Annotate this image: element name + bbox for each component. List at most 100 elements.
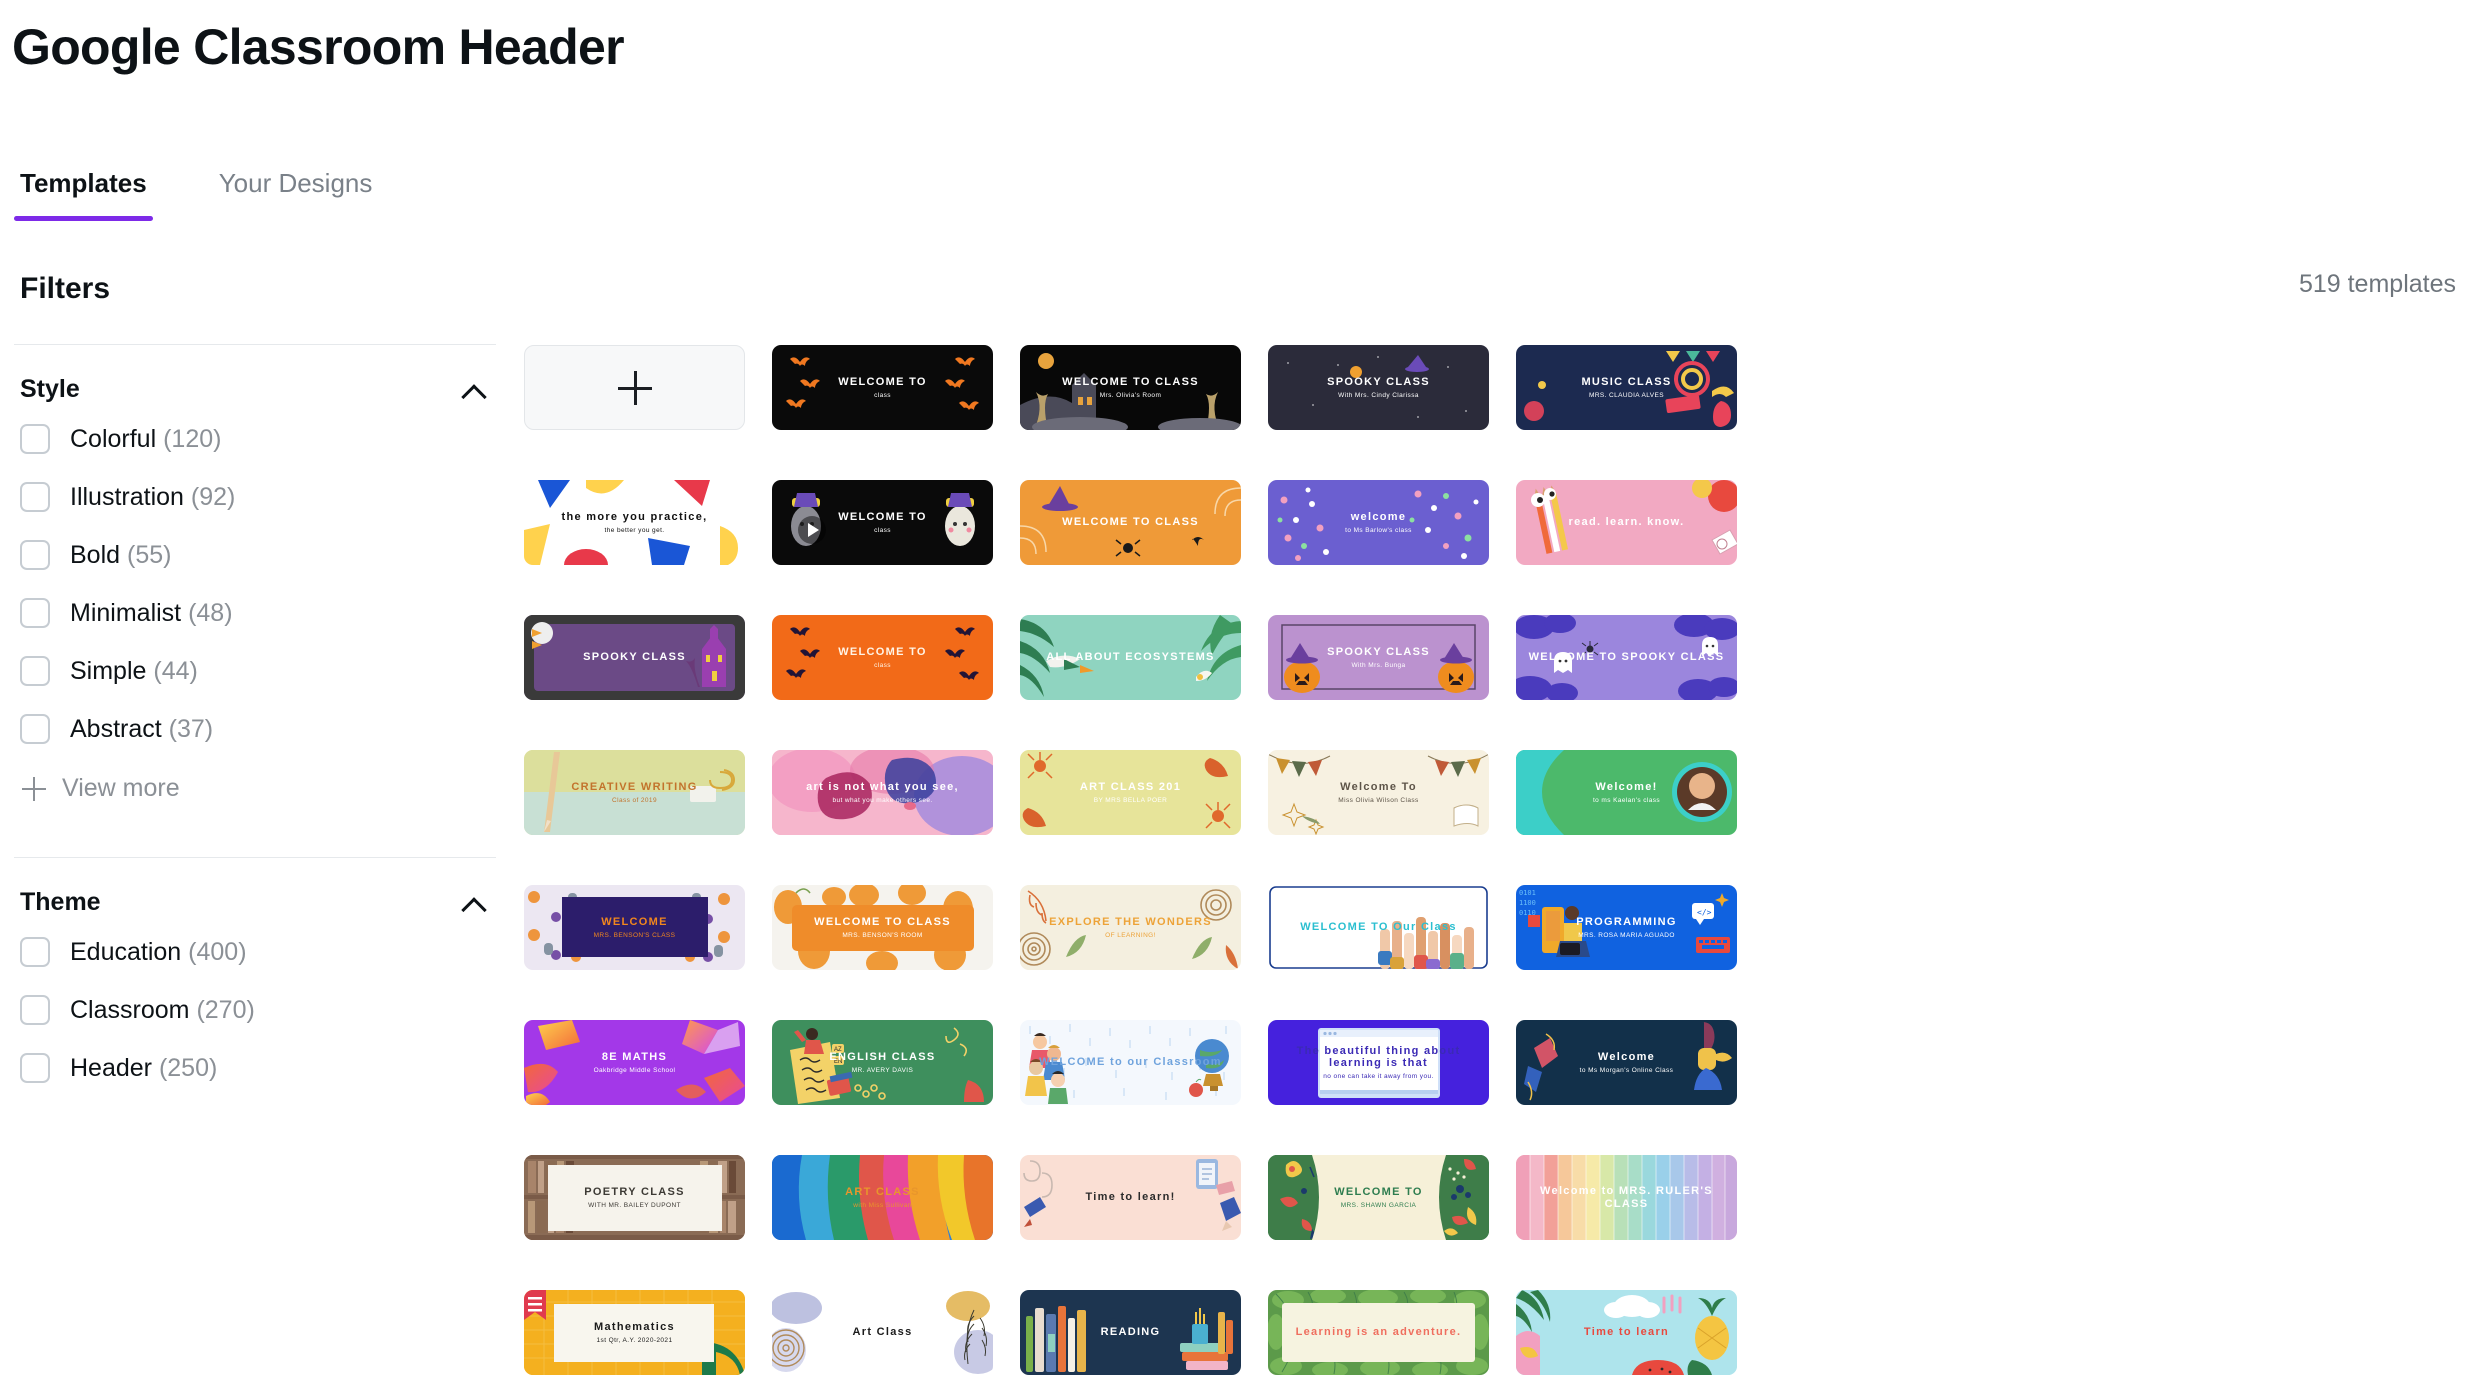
filter-group-style-header[interactable]: Style <box>14 345 496 410</box>
template-thumbnail[interactable]: POETRY CLASS WITH MR. BAILEY DUPONT <box>524 1155 745 1240</box>
template-subtitle: MRS. SHAWN GARCIA <box>1340 1201 1417 1209</box>
filter-option-label: Header (250) <box>70 1053 218 1082</box>
template-thumbnail[interactable]: WELCOME TO class <box>772 345 993 430</box>
filter-group-theme-header[interactable]: Theme <box>14 858 496 923</box>
template-thumbnail[interactable]: Welcome to Ms Morgan's Online Class <box>1516 1020 1737 1105</box>
template-title: Mathematics <box>594 1320 675 1333</box>
template-card-5: the more you practice, the better you get… <box>524 480 745 565</box>
template-card-29: Welcome to Ms Morgan's Online Class <box>1516 1020 1737 1105</box>
template-thumbnail[interactable]: Welcome To Miss Olivia Wilson Class <box>1268 750 1489 835</box>
filter-group-style: Style Colorful (120) Illustration (92) B… <box>0 345 510 819</box>
template-thumbnail[interactable]: WELCOME TO MRS. SHAWN GARCIA <box>1268 1155 1489 1240</box>
template-title: WELCOME TO <box>838 645 927 658</box>
template-thumbnail[interactable]: Time to learn <box>1516 1290 1737 1375</box>
template-thumbnail[interactable]: SPOOKY CLASS With Mrs. Bunga <box>1268 615 1489 700</box>
tab-templates[interactable]: Templates <box>14 168 153 221</box>
template-thumbnail[interactable]: Welcome to MRS. RULER'S CLASS <box>1516 1155 1737 1240</box>
template-card-32: Time to learn! <box>1020 1155 1241 1240</box>
checkbox-education[interactable] <box>20 937 50 967</box>
template-subtitle: class <box>874 526 891 534</box>
template-thumbnail[interactable]: SPOOKY CLASS With Mrs. Cindy Clarissa <box>1268 345 1489 430</box>
template-title: CREATIVE WRITING <box>571 780 698 793</box>
chevron-up-icon[interactable] <box>462 381 490 399</box>
template-thumbnail[interactable]: ALL ABOUT ECOSYSTEMS <box>1020 615 1241 700</box>
template-card-33: WELCOME TO MRS. SHAWN GARCIA <box>1268 1155 1489 1240</box>
template-title: WELCOME TO CLASS <box>1062 375 1199 388</box>
template-card-39: Time to learn <box>1516 1290 1737 1375</box>
filter-option-illustration[interactable]: Illustration (92) <box>14 468 496 526</box>
template-card-27: WELCOME to our Classroom <box>1020 1020 1241 1105</box>
template-thumbnail[interactable]: Art Class <box>772 1290 993 1375</box>
checkbox-minimalist[interactable] <box>20 598 50 628</box>
template-thumbnail[interactable]: WELCOME TO class <box>772 615 993 700</box>
template-thumbnail[interactable]: Time to learn! <box>1020 1155 1241 1240</box>
template-card-20: WELCOME MRS. BENSON'S CLASS <box>524 885 745 970</box>
template-title: WELCOME to our Classroom <box>1039 1056 1222 1069</box>
plus-icon <box>22 776 46 801</box>
template-thumbnail[interactable]: welcome to Ms Barlow's class <box>1268 480 1489 565</box>
template-thumbnail[interactable]: 0101 1100 0110 </> PROGRAMMING MRS. ROSA MA… <box>1516 885 1737 970</box>
template-title: ART CLASS 201 <box>1079 780 1182 793</box>
template-thumbnail[interactable]: READING <box>1020 1290 1241 1375</box>
template-title: SPOOKY CLASS <box>583 651 686 664</box>
filter-option-colorful[interactable]: Colorful (120) <box>14 410 496 468</box>
template-thumbnail[interactable]: ART CLASS 201 BY MRS BELLA POER <box>1020 750 1241 835</box>
template-thumbnail[interactable]: Learning is an adventure. <box>1268 1290 1489 1375</box>
template-thumbnail[interactable]: Mathematics 1st Qtr, A.Y. 2020-2021 <box>524 1290 745 1375</box>
template-thumbnail[interactable]: WELCOME to our Classroom <box>1020 1020 1241 1105</box>
template-card-24: 0101 1100 0110 </> PROGRAMMING MRS. ROSA MA… <box>1516 885 1737 970</box>
filter-option-header[interactable]: Header (250) <box>14 1039 496 1097</box>
template-title: Welcome <box>1597 1050 1656 1063</box>
checkbox-header[interactable] <box>20 1053 50 1083</box>
checkbox-colorful[interactable] <box>20 424 50 454</box>
checkbox-classroom[interactable] <box>20 995 50 1025</box>
filter-option-classroom[interactable]: Classroom (270) <box>14 981 496 1039</box>
template-thumbnail[interactable]: WELCOME TO class <box>772 480 993 565</box>
template-thumbnail[interactable]: 8E MATHS Oakbridge Middle School <box>524 1020 745 1105</box>
checkbox-simple[interactable] <box>20 656 50 686</box>
template-thumbnail[interactable]: WELCOME TO Our Class <box>1268 885 1489 970</box>
filter-option-bold[interactable]: Bold (55) <box>14 526 496 584</box>
checkbox-bold[interactable] <box>20 540 50 570</box>
template-thumbnail[interactable]: SPOOKY CLASS <box>524 615 745 700</box>
filters-sidebar: Filters Style Colorful (120) Illustratio… <box>0 272 510 1097</box>
template-thumbnail[interactable]: art is not what you see, but what you mak… <box>772 750 993 835</box>
template-subtitle: to ms Kaelan's class <box>1592 796 1661 804</box>
filter-group-style-title: Style <box>20 375 80 403</box>
template-thumbnail[interactable]: WELCOME TO CLASS Mrs. Olivia's Room <box>1020 345 1241 430</box>
filter-option-abstract[interactable]: Abstract (37) <box>14 700 496 758</box>
tab-your-designs[interactable]: Your Designs <box>213 168 379 221</box>
template-title: POETRY CLASS <box>584 1185 685 1198</box>
template-card-16: art is not what you see, but what you mak… <box>772 750 993 835</box>
template-card-2: WELCOME TO CLASS Mrs. Olivia's Room <box>1020 345 1241 430</box>
chevron-up-icon[interactable] <box>462 894 490 912</box>
create-new-design-button[interactable] <box>524 345 745 430</box>
svg-text:0101: 0101 <box>1519 889 1536 897</box>
template-subtitle: Class of 2019 <box>612 796 657 804</box>
filter-option-education[interactable]: Education (400) <box>14 923 496 981</box>
template-thumbnail[interactable]: WELCOME TO SPOOKY CLASS <box>1516 615 1737 700</box>
template-thumbnail[interactable]: CREATIVE WRITING Class of 2019 <box>524 750 745 835</box>
checkbox-abstract[interactable] <box>20 714 50 744</box>
template-subtitle: BY MRS BELLA POER <box>1093 796 1168 804</box>
template-card-34: Welcome to MRS. RULER'S CLASS <box>1516 1155 1737 1240</box>
template-thumbnail[interactable]: EXPLORE THE WONDERS OF LEARNING! <box>1020 885 1241 970</box>
filter-option-simple[interactable]: Simple (44) <box>14 642 496 700</box>
template-thumbnail[interactable]: WELCOME MRS. BENSON'S CLASS <box>524 885 745 970</box>
view-more-style-button[interactable]: View more <box>14 758 496 819</box>
template-thumbnail[interactable]: the more you practice, the better you get… <box>524 480 745 565</box>
checkbox-illustration[interactable] <box>20 482 50 512</box>
filters-title: Filters <box>20 272 111 305</box>
template-thumbnail[interactable]: MUSIC CLASS MRS. CLAUDIA ALVES <box>1516 345 1737 430</box>
template-subtitle: WITH MR. BAILEY DUPONT <box>588 1201 681 1209</box>
filter-option-minimalist[interactable]: Minimalist (48) <box>14 584 496 642</box>
template-title: SPOOKY CLASS <box>1327 645 1430 658</box>
template-thumbnail[interactable]: The beautiful thing about learning is th… <box>1268 1020 1489 1105</box>
template-thumbnail[interactable]: ART CLASS with Miss Sullivan <box>772 1155 993 1240</box>
template-thumbnail[interactable]: Welcome! to ms Kaelan's class <box>1516 750 1737 835</box>
template-thumbnail[interactable]: WELCOME TO CLASS MRS. BENSON'S ROOM <box>772 885 993 970</box>
template-thumbnail[interactable]: WELCOME TO CLASS <box>1020 480 1241 565</box>
template-thumbnail[interactable]: AZ EN ENGLISH CLASS MR. AVERY DAVIS <box>772 1020 993 1105</box>
template-thumbnail[interactable]: read. learn. know. <box>1516 480 1737 565</box>
template-card-37: READING <box>1020 1290 1241 1375</box>
